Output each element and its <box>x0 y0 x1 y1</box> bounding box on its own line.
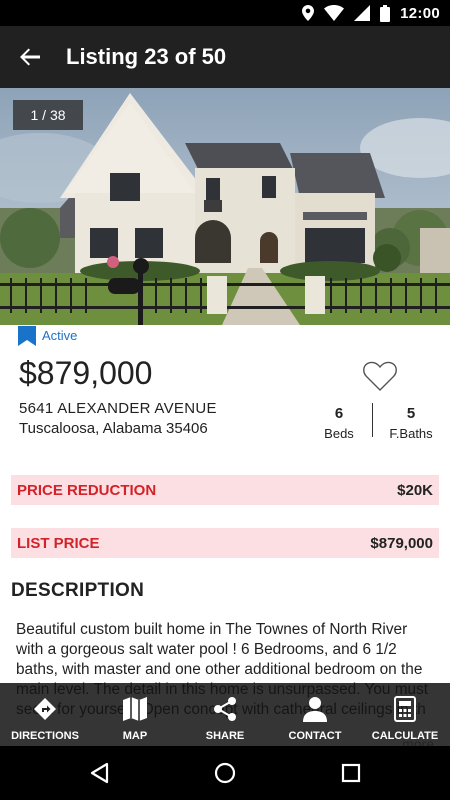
directions-icon <box>34 698 56 720</box>
directions-button[interactable]: DIRECTIONS <box>0 683 90 746</box>
share-button[interactable]: SHARE <box>180 683 270 746</box>
address-street: 5641 ALEXANDER AVENUE <box>19 400 217 417</box>
listing-price: $879,000 <box>19 355 153 391</box>
beds-stat: 6 Beds <box>320 405 358 441</box>
list-price-row: LIST PRICE $879,000 <box>11 528 439 558</box>
map-label: MAP <box>122 730 148 742</box>
directions-label: DIRECTIONS <box>11 730 79 742</box>
back-button[interactable] <box>14 41 46 73</box>
nav-home-button[interactable] <box>210 758 240 788</box>
price-reduction-value: $20K <box>397 481 433 499</box>
beds-label: Beds <box>324 426 354 441</box>
list-price-value: $879,000 <box>370 534 433 552</box>
contact-label: CONTACT <box>288 730 342 742</box>
nav-recents-button[interactable] <box>336 758 366 788</box>
nav-back-button[interactable] <box>84 758 114 788</box>
location-icon <box>302 5 315 21</box>
calculate-label: CALCULATE <box>371 730 439 742</box>
baths-label: F.Baths <box>389 426 433 441</box>
system-navigation-bar <box>0 746 450 800</box>
beds-value: 6 <box>334 405 344 422</box>
status-bar: 12:00 <box>0 0 450 26</box>
share-label: SHARE <box>205 730 245 742</box>
photo-counter: 1 / 38 <box>13 100 83 130</box>
baths-stat: 5 F.Baths <box>385 405 437 441</box>
stat-divider <box>372 403 373 437</box>
contact-icon <box>303 697 327 722</box>
nav-back-triangle-icon <box>90 762 109 784</box>
bookmark-flag-icon <box>18 326 36 346</box>
nav-recents-square-icon <box>341 763 361 783</box>
back-arrow-icon <box>20 48 40 66</box>
map-icon <box>123 697 147 721</box>
nav-home-circle-icon <box>214 762 236 784</box>
signal-icon <box>354 5 371 21</box>
app-bar: Listing 23 of 50 <box>0 26 450 88</box>
listing-status: Active <box>42 328 78 343</box>
contact-button[interactable]: CONTACT <box>270 683 360 746</box>
list-price-label: LIST PRICE <box>17 534 100 552</box>
status-time: 12:00 <box>400 4 440 22</box>
status-icons: 12:00 <box>302 4 440 22</box>
battery-icon <box>380 4 391 22</box>
price-reduction-row: PRICE REDUCTION $20K <box>11 475 439 505</box>
calculator-icon <box>394 696 416 722</box>
wifi-icon <box>324 5 345 21</box>
map-button[interactable]: MAP <box>90 683 180 746</box>
price-reduction-label: PRICE REDUCTION <box>17 481 157 499</box>
share-icon <box>214 697 236 721</box>
baths-value: 5 <box>406 405 416 422</box>
calculate-button[interactable]: CALCULATE <box>360 683 450 746</box>
address-city: Tuscaloosa, Alabama 35406 <box>19 420 208 437</box>
page-title: Listing 23 of 50 <box>66 44 227 69</box>
favorite-heart-icon[interactable] <box>361 357 399 395</box>
action-bar: DIRECTIONS MAP SHARE CONTACT CALCULATE <box>0 683 450 746</box>
description-heading: DESCRIPTION <box>11 580 145 601</box>
